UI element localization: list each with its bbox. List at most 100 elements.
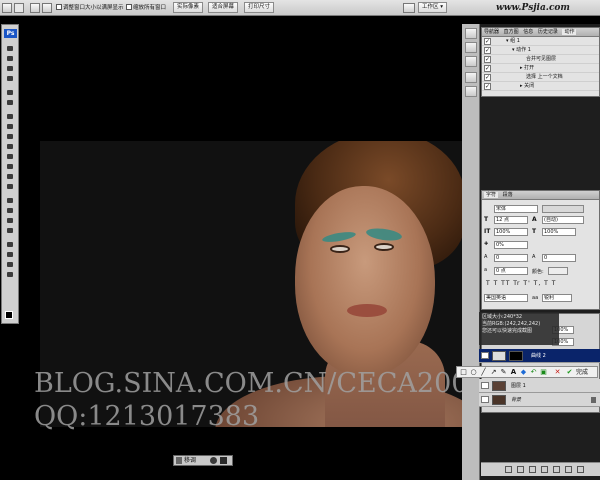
dodge-tool-icon[interactable]: [5, 183, 16, 191]
type-style-buttons[interactable]: T T TT Tr T' T, T T: [486, 280, 556, 287]
zoom-dropdown-icon[interactable]: [14, 3, 24, 13]
action-row[interactable]: ✓ ▸ 关闭: [482, 82, 599, 91]
action-row[interactable]: ✓ ▸ 打开: [482, 64, 599, 73]
hand-tool-icon[interactable]: [5, 261, 16, 269]
tab-info[interactable]: 信息: [523, 29, 533, 35]
action-row[interactable]: ✓ 选择 上一个文档: [482, 73, 599, 82]
action-row[interactable]: ✓ 合并可见图层: [482, 55, 599, 64]
status-widget[interactable]: 移调: [173, 455, 233, 466]
tab-character[interactable]: 字符: [484, 192, 499, 198]
pen-tool-icon[interactable]: [5, 217, 16, 225]
shape-tool-icon[interactable]: [5, 227, 16, 235]
horizontal-scale-field[interactable]: 100%: [542, 228, 576, 236]
layer-comps-icon[interactable]: [465, 56, 477, 67]
font-size-field[interactable]: 12 点: [494, 216, 528, 224]
done-button[interactable]: 完成: [576, 368, 588, 377]
layer-row-background[interactable]: 背景: [479, 393, 600, 407]
site-watermark: www.Psjia.com: [496, 3, 570, 13]
confirm-icon[interactable]: ✔: [565, 368, 574, 377]
zoom-in-icon[interactable]: [30, 3, 40, 13]
leading-field[interactable]: (自动): [542, 216, 584, 224]
mosaic-icon[interactable]: ◆: [519, 368, 528, 377]
rectangle-icon[interactable]: □: [459, 368, 468, 377]
layer-row-curves[interactable]: 曲线 2: [479, 349, 600, 363]
action-row[interactable]: ✓ ▾ 动作 1: [482, 46, 599, 55]
healing-brush-tool-icon[interactable]: [5, 113, 16, 121]
marquee-tool-icon[interactable]: [5, 55, 16, 63]
cancel-icon[interactable]: ✕: [553, 368, 562, 377]
gradient-tool-icon[interactable]: [5, 163, 16, 171]
path-selection-tool-icon[interactable]: [5, 197, 16, 205]
photo-right-eye: [374, 243, 394, 251]
tab-actions[interactable]: 动作: [562, 29, 577, 35]
new-layer-icon[interactable]: [565, 466, 572, 473]
brush-tool-icon[interactable]: [5, 123, 16, 131]
text-icon[interactable]: A: [509, 368, 518, 377]
slice-tool-icon[interactable]: [5, 99, 16, 107]
qq-watermark: QQ:1213017383: [34, 401, 260, 432]
zoom-all-windows-checkbox[interactable]: 缩放所有窗口: [126, 3, 166, 13]
tracking-field[interactable]: 0%: [494, 241, 528, 249]
tab-history[interactable]: 历史记录: [538, 29, 558, 35]
foreground-color-swatch[interactable]: [5, 311, 13, 319]
antialias-select[interactable]: 锐利: [542, 294, 572, 302]
adjustment-layer-icon[interactable]: [541, 466, 548, 473]
tab-paragraph[interactable]: 段落: [503, 192, 513, 198]
clone-stamp-tool-icon[interactable]: [5, 133, 16, 141]
line-icon[interactable]: ╱: [479, 368, 488, 377]
new-group-icon[interactable]: [553, 466, 560, 473]
font-style-select[interactable]: [542, 205, 584, 213]
tool-presets-icon[interactable]: [465, 42, 477, 53]
crop-tool-icon[interactable]: [5, 89, 16, 97]
fit-screen-button[interactable]: 适合屏幕: [208, 2, 239, 13]
vertical-scale-field[interactable]: 100%: [494, 228, 528, 236]
text-color-swatch[interactable]: [548, 267, 568, 275]
save-icon[interactable]: ▣: [539, 368, 548, 377]
layer-visibility-icon[interactable]: [481, 382, 489, 389]
action-row[interactable]: ✓ ▾ 组 1: [482, 37, 599, 46]
layer-row-layer1[interactable]: 图层 1: [479, 379, 600, 393]
undo-icon[interactable]: ↶: [529, 368, 538, 377]
zoom-out-icon[interactable]: [42, 3, 52, 13]
language-select[interactable]: 美国英语: [484, 294, 528, 302]
kerning-right-icon: A: [532, 254, 536, 260]
font-family-select[interactable]: 宋体: [494, 205, 538, 213]
zoom-tool-icon[interactable]: [5, 271, 16, 279]
layer-visibility-icon[interactable]: [481, 396, 489, 403]
layers-footer: [481, 462, 600, 476]
layer-mask-thumbnail: [509, 351, 523, 361]
kerning-right-field[interactable]: 0: [542, 254, 576, 262]
tab-navigator[interactable]: 导航器: [484, 29, 499, 35]
styles-icon[interactable]: [465, 86, 477, 97]
layer-visibility-icon[interactable]: [481, 352, 489, 359]
zoom-tool-icon[interactable]: [2, 3, 12, 13]
brushes-palette-icon[interactable]: [403, 3, 415, 13]
move-tool-icon[interactable]: [5, 45, 16, 53]
arrow-icon[interactable]: ↗: [489, 368, 498, 377]
print-size-button[interactable]: 打印尺寸: [244, 2, 275, 13]
brush-icon[interactable]: ✎: [499, 368, 508, 377]
baseline-field[interactable]: 0 点: [494, 267, 528, 275]
type-tool-icon[interactable]: [5, 207, 16, 215]
blur-tool-icon[interactable]: [5, 173, 16, 181]
delete-layer-icon[interactable]: [577, 466, 584, 473]
history-brush-tool-icon[interactable]: [5, 143, 16, 151]
brush-panel-icon[interactable]: [465, 28, 477, 39]
magic-wand-tool-icon[interactable]: [5, 75, 16, 83]
eraser-tool-icon[interactable]: [5, 153, 16, 161]
layer-style-icon[interactable]: [517, 466, 524, 473]
collapsed-panel-column: [462, 24, 480, 480]
photo-lips: [347, 304, 387, 317]
ellipse-icon[interactable]: ○: [469, 368, 478, 377]
swatches-icon[interactable]: [465, 72, 477, 83]
add-mask-icon[interactable]: [529, 466, 536, 473]
tab-histogram[interactable]: 直方图: [504, 29, 519, 35]
link-layers-icon[interactable]: [505, 466, 512, 473]
resize-windows-checkbox[interactable]: 调整窗口大小以满屏显示: [56, 3, 124, 13]
kerning-field[interactable]: 0: [494, 254, 528, 262]
notes-tool-icon[interactable]: [5, 241, 16, 249]
eyedropper-tool-icon[interactable]: [5, 251, 16, 259]
lasso-tool-icon[interactable]: [5, 65, 16, 73]
actual-pixels-button[interactable]: 实际像素: [173, 2, 204, 13]
workspace-menu[interactable]: 工作区 ▾: [418, 2, 448, 13]
